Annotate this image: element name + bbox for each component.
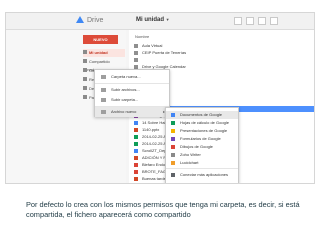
submenu-item-label: Formularios de Google [180,136,221,141]
file-row[interactable]: Aula Virtual [129,43,314,49]
file-name: CEIP Puerta de Tenerías [142,50,187,55]
drive-logo[interactable]: Drive [76,16,103,24]
drive-triangle-icon [76,16,84,23]
app-icon [171,129,175,133]
file-name: Aula Virtual [142,43,163,48]
info-icon[interactable] [258,17,266,25]
submenu-item[interactable]: Documentos de Google [166,111,238,119]
file-type-icon [134,51,138,55]
gear-icon[interactable] [270,17,278,25]
drive-screenshot: Drive Mi unidad ▼ NUEVO Mi unidad Compart… [5,12,315,184]
sidebar-item-icon [83,86,87,90]
file-type-icon [134,121,138,125]
app-icon [171,153,175,157]
file-type-icon [134,142,138,146]
app-icon [171,121,175,125]
folder-upload-icon [101,98,106,102]
file-type-icon [134,156,138,160]
app-icon [171,173,175,177]
breadcrumb-label: Mi unidad [136,17,164,23]
pencil-icon [101,110,106,114]
menu-item-label: Subir carpeta... [111,97,139,102]
submenu-item[interactable]: Lucidchart [166,159,238,167]
menu-item-label: Subir archivos... [111,87,140,92]
file-type-icon [134,58,138,62]
folder-icon [101,75,106,79]
new-file-submenu: Documentos de Google Hojas de cálculo de … [165,107,239,183]
file-type-icon [134,135,138,139]
submenu-item-label: Dibujos de Google [180,144,213,149]
submenu-item-label: Hojas de cálculo de Google [180,120,229,125]
caption-text: Por defecto lo crea con los mismos permi… [26,200,300,219]
menu-item-upload-files[interactable]: Subir archivos... [95,85,169,95]
sort-icon[interactable] [246,17,254,25]
app-icon [171,161,175,165]
menu-item-label: Archivo nuevo [111,109,137,114]
app-icon [171,145,175,149]
submenu-item[interactable]: Formularios de Google [166,135,238,143]
file-type-icon [134,44,138,48]
breadcrumb[interactable]: Mi unidad ▼ [136,17,170,23]
new-button[interactable]: NUEVO [83,35,118,44]
menu-item-upload-folder[interactable]: Subir carpeta... [95,95,169,105]
top-bar: Drive Mi unidad ▼ [6,13,314,30]
sidebar-item-icon [83,59,87,63]
list-view-icon[interactable] [234,17,242,25]
submenu-item-label: Zoho Writer [180,152,201,157]
submenu-item-label: Lucidchart [180,160,199,165]
file-name: 1140.pptx [142,127,160,132]
sidebar-item-icon [83,68,87,72]
context-menu: Carpeta nueva... Subir archivos... Subir… [94,69,170,117]
submenu-item[interactable]: Conectar más aplicaciones [166,171,238,179]
sidebar-item-icon [83,77,87,81]
file-type-icon [134,170,138,174]
file-type-icon [134,149,138,153]
file-upload-icon [101,88,106,92]
menu-divider [95,83,169,84]
file-type-icon [134,177,138,181]
menu-item-new-folder[interactable]: Carpeta nueva... [95,72,169,82]
app-icon [171,137,175,141]
menu-item-new-file[interactable]: Archivo nuevo ▸ [95,107,169,117]
sidebar-item[interactable]: Mi unidad [83,49,125,57]
submenu-item-label: Documentos de Google [180,112,223,117]
submenu-item[interactable]: Zoho Writer [166,151,238,159]
submenu-item[interactable]: Dibujos de Google [166,143,238,151]
file-row[interactable] [129,57,314,63]
sidebar-item-icon [83,50,87,54]
file-type-icon [134,128,138,132]
sidebar-item[interactable]: Compartido conmigo [83,58,125,72]
menu-divider [166,168,238,169]
menu-item-label: Carpeta nueva... [111,74,141,79]
file-row[interactable]: CEIP Puerta de Tenerías [129,50,314,56]
submenu-item[interactable]: Hojas de cálculo de Google [166,119,238,127]
column-header-name[interactable]: Nombre [135,34,149,39]
submenu-item[interactable]: Presentaciones de Google [166,127,238,135]
drive-logo-text: Drive [87,17,104,24]
chevron-down-icon: ▼ [165,17,170,22]
file-type-icon [134,163,138,167]
submenu-item-label: Conectar más aplicaciones [180,172,229,177]
submenu-item-label: Presentaciones de Google [180,128,228,133]
sidebar-item-label: Mi unidad [89,50,108,55]
app-icon [171,113,175,117]
sidebar-item-icon [83,95,87,99]
